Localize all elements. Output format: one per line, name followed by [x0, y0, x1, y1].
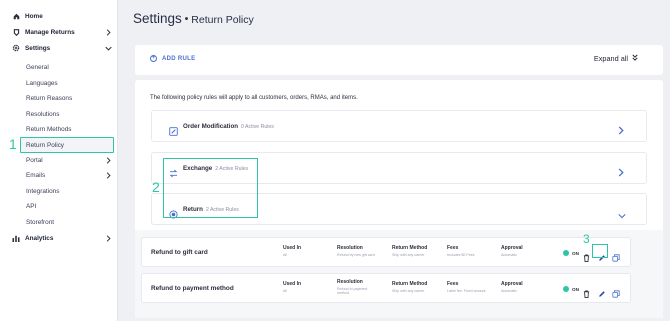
chevron-down-icon: [618, 206, 626, 219]
approval-column: Approval Automatic: [501, 245, 523, 257]
duplicate-icon[interactable]: [612, 285, 620, 298]
callout-number: 2: [152, 179, 160, 195]
sidebar-item-emails[interactable]: Emails: [0, 168, 118, 182]
edit-document-icon: [169, 123, 178, 136]
return-icon: [12, 28, 20, 36]
sidebar-item-home[interactable]: Home: [0, 9, 118, 23]
sidebar-item-label: API: [26, 202, 37, 210]
sidebar: Home Manage Returns Settings General Lan…: [0, 0, 118, 321]
sidebar-item-label: General: [26, 63, 49, 71]
status-toggle[interactable]: ON: [563, 250, 579, 256]
chevron-right-icon: [618, 122, 626, 135]
on-indicator: [563, 286, 569, 292]
chevron-down-icon: [104, 44, 112, 52]
sidebar-item-storefront[interactable]: Storefront: [0, 215, 118, 229]
fees-column: Fees Label fee: Fixed amount: [447, 281, 486, 293]
sidebar-item-label: Return Reasons: [26, 94, 73, 102]
sidebar-item-label: Manage Returns: [25, 28, 75, 36]
sidebar-item-label: Return Methods: [26, 125, 72, 133]
rule-row-refund-payment-method[interactable]: Refund to payment method Used In All Res…: [141, 273, 631, 303]
sidebar-item-label: Settings: [25, 44, 51, 52]
resolution-column: Resolution Refund to payment method: [337, 279, 368, 295]
used-in-column: Used In All: [283, 245, 302, 257]
sidebar-item-return-reasons[interactable]: Return Reasons: [0, 91, 118, 105]
page-subtitle: Return Policy: [191, 14, 254, 26]
page-title: Settings • Return Policy: [133, 11, 254, 26]
sidebar-item-label: Emails: [26, 171, 46, 179]
add-rule-button[interactable]: + ADD RULE: [150, 55, 195, 62]
chevron-right-icon: [618, 164, 626, 177]
sidebar-item-label: Integrations: [26, 187, 60, 195]
title-separator: •: [184, 13, 189, 25]
policy-count: 0 Active Rules: [241, 124, 274, 130]
delete-icon[interactable]: [583, 285, 591, 298]
sidebar-item-label: Analytics: [25, 234, 54, 242]
plus-icon: +: [150, 55, 157, 62]
home-icon: [12, 12, 20, 20]
sidebar-item-analytics[interactable]: Analytics: [0, 231, 118, 245]
sidebar-item-return-policy[interactable]: Return Policy: [20, 137, 114, 153]
sidebar-item-settings[interactable]: Settings: [0, 41, 118, 55]
callout-highlight-policies: [163, 158, 258, 218]
sidebar-item-portal[interactable]: Portal: [0, 153, 118, 167]
expand-all-button[interactable]: Expand all: [594, 54, 638, 63]
duplicate-icon[interactable]: [612, 249, 620, 262]
add-rule-label: ADD RULE: [162, 55, 196, 62]
chevron-right-icon: [104, 156, 112, 164]
toolbar-card: + ADD RULE Expand all: [135, 45, 663, 75]
sidebar-item-label: Storefront: [26, 218, 55, 226]
gear-icon: [12, 44, 20, 52]
return-method-column: Return Method Ship with any carrier: [392, 245, 428, 257]
policy-title: Order Modification: [183, 123, 239, 130]
sidebar-item-api[interactable]: API: [0, 199, 118, 213]
used-in-column: Used In All: [283, 281, 302, 293]
expand-all-label: Expand all: [593, 54, 628, 63]
delete-icon[interactable]: [583, 249, 591, 262]
sidebar-item-label: Return Policy: [26, 141, 65, 149]
sidebar-item-general[interactable]: General: [0, 60, 118, 74]
sidebar-item-integrations[interactable]: Integrations: [0, 184, 118, 198]
analytics-icon: [12, 234, 20, 242]
return-method-column: Return Method Ship with any carrier: [392, 281, 428, 293]
rule-row-refund-gift-card[interactable]: Refund to gift card Used In All Resoluti…: [141, 237, 631, 267]
sidebar-item-label: Home: [25, 12, 43, 20]
policy-row-order-modification[interactable]: Order Modification 0 Active Rules: [151, 110, 647, 142]
callout-highlight-edit: [592, 244, 608, 258]
fees-column: Fees Includes $0 Fees: [447, 245, 475, 257]
callout-number: 3: [583, 232, 590, 246]
status-toggle[interactable]: ON: [563, 286, 579, 292]
chevron-right-icon: [104, 171, 112, 179]
chevron-right-icon: [104, 234, 112, 242]
sidebar-item-label: Languages: [26, 79, 58, 87]
sidebar-item-manage-returns[interactable]: Manage Returns: [0, 25, 118, 39]
sidebar-item-languages[interactable]: Languages: [0, 76, 118, 90]
resolution-column: Resolution Refund by new gift card: [337, 245, 375, 257]
on-indicator: [563, 250, 569, 256]
chevron-right-icon: [104, 28, 112, 36]
rule-name: Refund to payment method: [151, 285, 234, 292]
rule-name: Refund to gift card: [151, 249, 208, 256]
callout-number: 1: [9, 136, 17, 152]
sidebar-item-label: Resolutions: [26, 110, 60, 118]
page-title-text: Settings: [133, 11, 182, 26]
approval-column: Approval Automatic: [501, 281, 523, 293]
intro-text: The following policy rules will apply to…: [150, 95, 358, 101]
edit-pencil-icon[interactable]: [598, 285, 606, 297]
double-chevron-down-icon: [632, 54, 638, 63]
sidebar-item-resolutions[interactable]: Resolutions: [0, 107, 118, 121]
sidebar-item-label: Portal: [26, 156, 43, 164]
sidebar-item-return-methods[interactable]: Return Methods: [0, 122, 118, 136]
